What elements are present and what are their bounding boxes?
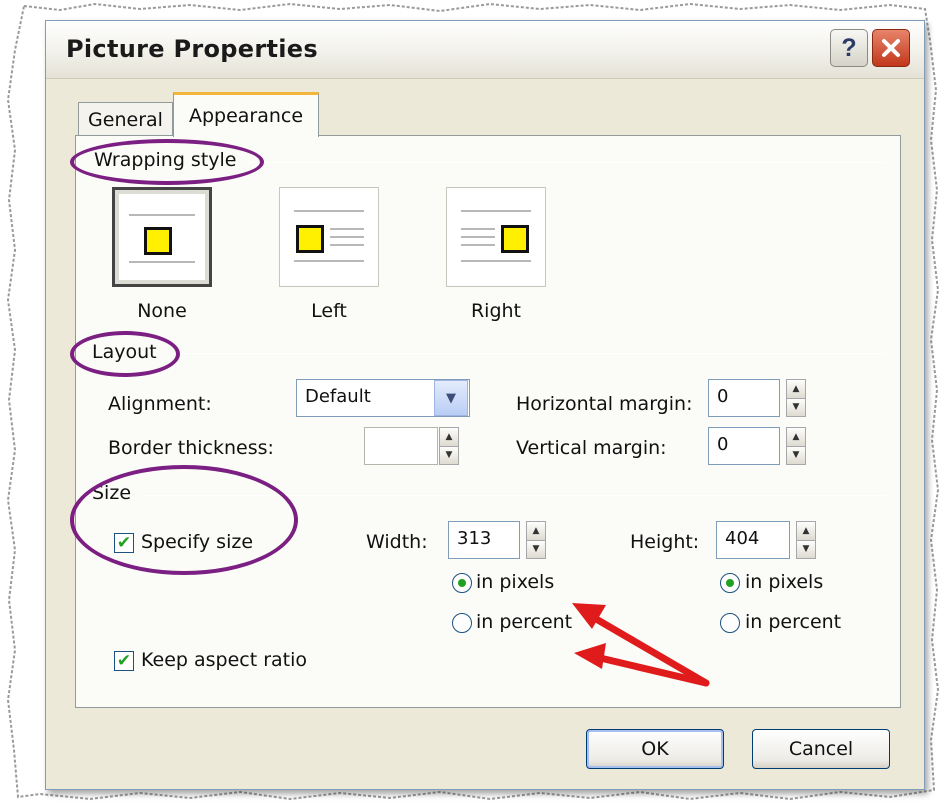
layout-highlight-ring [70, 331, 180, 377]
spin-up-icon[interactable]: ▲ [787, 380, 805, 399]
radio-selected-dot [726, 579, 734, 587]
alignment-dropdown-button[interactable]: ▼ [434, 380, 468, 416]
cancel-button[interactable]: Cancel [752, 729, 890, 769]
wrap-right-button[interactable] [446, 187, 546, 287]
spin-up-icon[interactable]: ▲ [797, 522, 815, 541]
height-input[interactable]: 404 [716, 521, 790, 559]
spin-up-icon[interactable]: ▲ [787, 428, 805, 447]
keep-aspect-ratio-label[interactable]: Keep aspect ratio [141, 649, 307, 671]
height-in-pixels-label[interactable]: in pixels [745, 571, 823, 593]
wrap-line [461, 260, 531, 262]
red-arrow-annotation [572, 603, 710, 687]
wrap-line [461, 228, 495, 230]
border-thickness-label: Border thickness: [108, 437, 274, 459]
vertical-margin-label: Vertical margin: [516, 437, 667, 459]
image-placeholder-icon [144, 227, 172, 255]
alignment-value: Default [305, 386, 371, 407]
wrap-line [294, 210, 364, 212]
size-highlight-ring [70, 465, 298, 575]
wrap-line [129, 214, 195, 216]
wrap-line [129, 261, 195, 263]
border-thickness-input[interactable] [364, 427, 438, 465]
wrap-line [461, 244, 495, 246]
spin-down-icon[interactable]: ▼ [797, 540, 815, 558]
close-icon [882, 39, 900, 57]
spin-down-icon[interactable]: ▼ [787, 398, 805, 416]
checkmark-icon: ✔ [116, 650, 132, 671]
wrap-line [330, 236, 364, 238]
help-button[interactable]: ? [830, 29, 868, 67]
wrap-none-button[interactable] [112, 187, 212, 287]
horizontal-margin-spinner[interactable]: ▲ ▼ [786, 379, 806, 417]
keep-aspect-ratio-checkbox[interactable]: ✔ [114, 651, 134, 671]
radio-selected-dot [458, 579, 466, 587]
horizontal-margin-label: Horizontal margin: [516, 393, 693, 415]
dialog-title: Picture Properties [66, 35, 318, 63]
wrapping-style-divider [246, 162, 886, 163]
height-spinner[interactable]: ▲ ▼ [796, 521, 816, 559]
height-label: Height: [630, 531, 700, 553]
wrap-left-button[interactable] [279, 187, 379, 287]
image-placeholder-icon [501, 225, 529, 253]
height-in-percent-label[interactable]: in percent [745, 611, 841, 633]
width-in-pixels-radio[interactable] [452, 573, 472, 593]
spin-up-icon[interactable]: ▲ [527, 522, 545, 541]
wrap-line [330, 244, 364, 246]
width-input[interactable]: 313 [448, 521, 520, 559]
wrap-line [461, 236, 495, 238]
wrap-none-label: None [137, 300, 187, 322]
vertical-margin-spinner[interactable]: ▲ ▼ [786, 427, 806, 465]
spin-up-icon[interactable]: ▲ [440, 428, 458, 447]
wrap-right-label: Right [470, 300, 522, 322]
chevron-down-icon: ▼ [446, 390, 456, 406]
alignment-label: Alignment: [108, 393, 212, 415]
spin-down-icon[interactable]: ▼ [440, 446, 458, 464]
title-bar[interactable]: Picture Properties ? [46, 21, 924, 79]
width-spinner[interactable]: ▲ ▼ [526, 521, 546, 559]
tab-general[interactable]: General [78, 102, 173, 136]
horizontal-margin-input[interactable]: 0 [708, 379, 780, 417]
width-in-pixels-label[interactable]: in pixels [476, 571, 554, 593]
picture-properties-dialog: Picture Properties ? General Appearance … [45, 20, 925, 790]
ok-button[interactable]: OK [586, 729, 724, 769]
wrapping-style-highlight-ring [70, 139, 264, 185]
width-label: Width: [366, 531, 428, 553]
wrap-line [330, 228, 364, 230]
width-in-percent-radio[interactable] [452, 613, 472, 633]
wrap-left-label: Left [311, 300, 347, 322]
image-placeholder-icon [296, 225, 324, 253]
close-button[interactable] [872, 29, 910, 67]
vertical-margin-input[interactable]: 0 [708, 427, 780, 465]
spin-down-icon[interactable]: ▼ [787, 446, 805, 464]
spin-down-icon[interactable]: ▼ [527, 540, 545, 558]
wrap-line [294, 260, 364, 262]
tab-appearance[interactable]: Appearance [173, 92, 319, 137]
layout-divider [174, 353, 886, 354]
border-thickness-spinner[interactable]: ▲ ▼ [439, 427, 459, 465]
wrap-line [461, 210, 531, 212]
